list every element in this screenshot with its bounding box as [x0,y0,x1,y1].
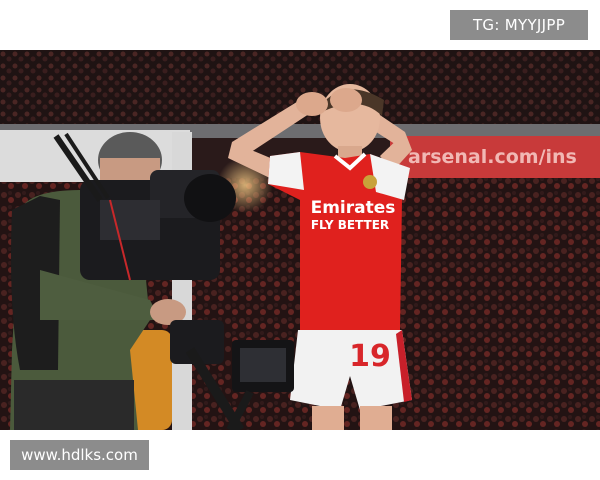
photo-scene: arsenal.com/ins Emirates FLY BETTER 19 [0,50,600,430]
watermark-telegram: TG: MYYJJPP [450,10,588,40]
shorts-number: 19 [349,339,391,374]
watermark-website: www.hdlks.com [10,440,149,470]
match-photo: arsenal.com/ins Emirates FLY BETTER 19 [0,50,600,430]
billboard-text: arsenal.com/ins [408,146,577,168]
shirt-sponsor: Emirates [311,198,396,218]
shirt-sponsor-tagline: FLY BETTER [311,218,389,232]
